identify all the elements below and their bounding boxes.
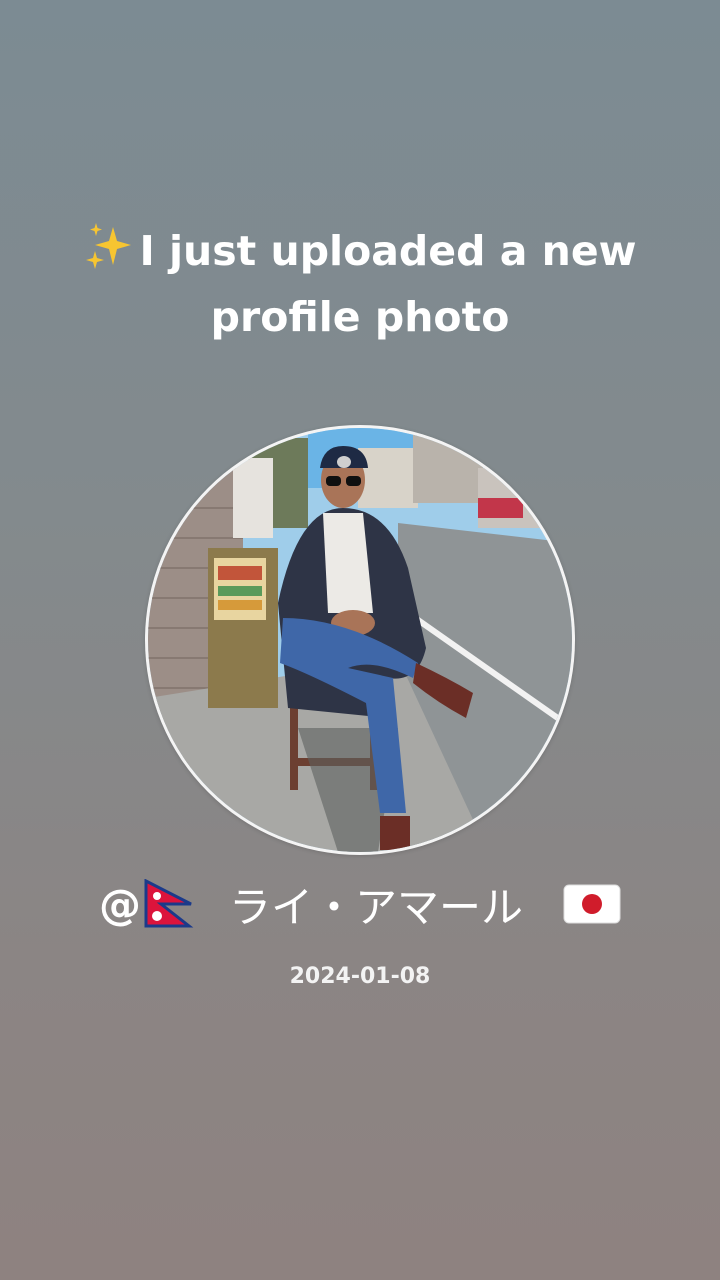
sparkles-icon bbox=[86, 223, 132, 269]
post-date: 2024-01-08 bbox=[289, 964, 431, 989]
profile-photo-image bbox=[148, 428, 572, 852]
headline: I just uploaded a new profile photo bbox=[40, 218, 680, 350]
username[interactable]: @ ライ・アマール bbox=[20, 872, 700, 936]
headline-text: I just uploaded a new profile photo bbox=[139, 227, 637, 341]
nepal-flag-icon bbox=[144, 879, 194, 928]
username-text: ライ・アマール bbox=[228, 882, 523, 932]
profile-photo[interactable] bbox=[145, 425, 575, 855]
username-prefix: @ bbox=[98, 879, 141, 929]
japan-flag-icon bbox=[563, 884, 621, 924]
